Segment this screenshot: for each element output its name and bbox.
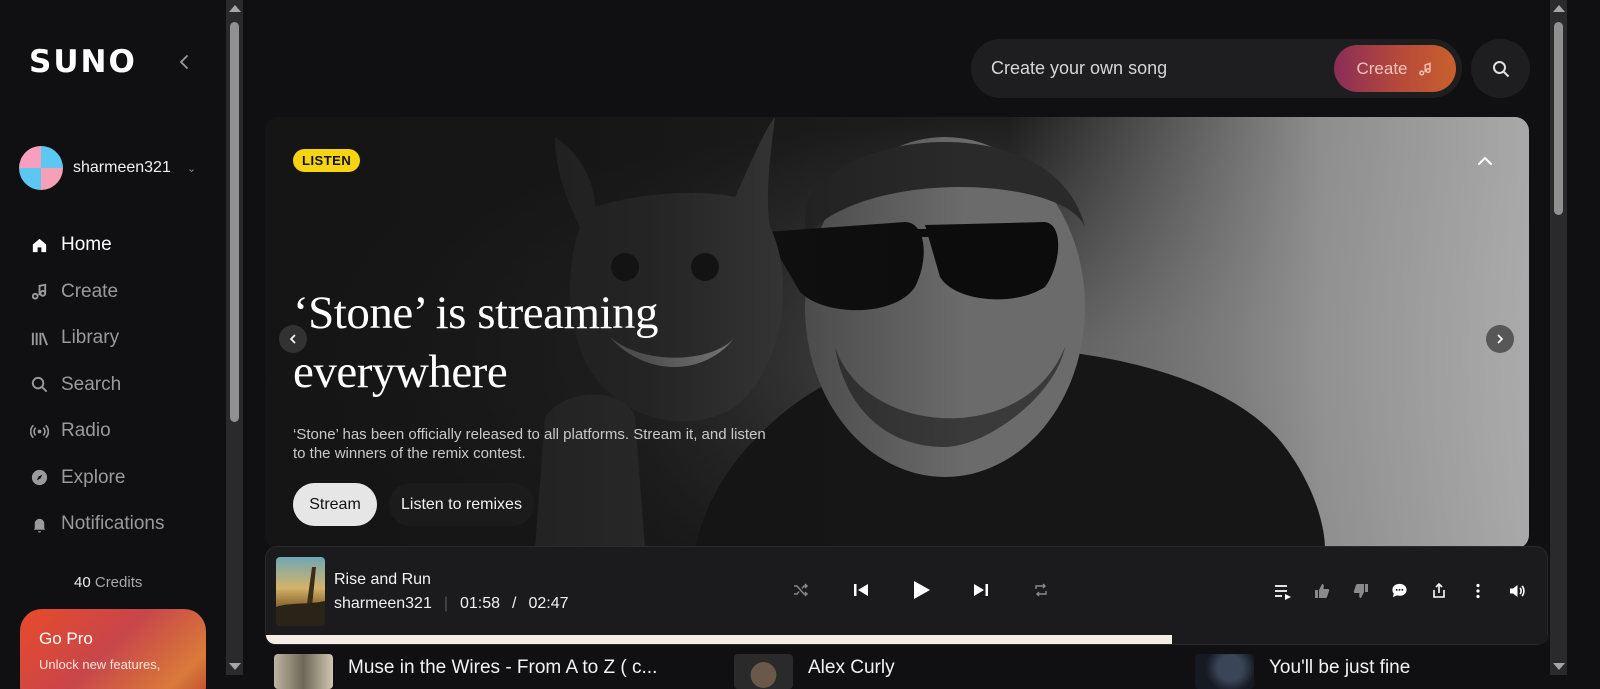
hero-prev-button[interactable] (279, 325, 307, 353)
go-pro-card[interactable]: Go Pro Unlock new features, (20, 609, 206, 689)
hero-title: ‘Stone’ is streaming everywhere (293, 287, 659, 398)
music-note-icon (1418, 61, 1431, 75)
listen-badge: LISTEN (293, 149, 361, 172)
track-title[interactable]: Rise and Run (334, 571, 431, 589)
search-icon (1492, 60, 1509, 77)
scroll-up-arrow[interactable] (1553, 5, 1565, 12)
chevron-down-icon: ⌄ (186, 162, 197, 175)
search-icon (31, 377, 48, 393)
sidebar-item-label: Create (61, 280, 119, 302)
list-item[interactable]: Alex Curly (734, 654, 895, 689)
library-icon (31, 332, 48, 346)
chevron-left-icon (289, 334, 296, 344)
scroll-up-arrow[interactable] (229, 5, 241, 12)
hero-banner: LISTEN ‘Stone’ is streaming everywhere ‘… (265, 117, 1529, 549)
list-item-thumbnail (1195, 654, 1254, 689)
suno-logo[interactable]: SUNO (29, 44, 137, 80)
collapse-sidebar-icon[interactable] (176, 53, 194, 71)
sidebar-item-label: Radio (61, 420, 111, 442)
hero-next-button[interactable] (1486, 325, 1514, 353)
avatar (19, 146, 63, 190)
track-meta: sharmeen321 | 01:58 / 02:47 (334, 595, 569, 613)
music-note-icon (31, 283, 47, 300)
play-icon[interactable] (908, 577, 934, 603)
sidebar-item-search[interactable]: Search (30, 362, 165, 409)
progress-bar[interactable] (266, 635, 1549, 644)
music-player: Rise and Run sharmeen321 | 01:58 / 02:47 (265, 546, 1549, 645)
current-time: 01:58 (460, 595, 501, 612)
repeat-icon[interactable] (1028, 577, 1054, 603)
more-options-icon[interactable] (1467, 580, 1488, 601)
list-item-thumbnail (734, 654, 793, 689)
create-song-input[interactable]: Create your own song (991, 58, 1167, 79)
radio-icon (30, 424, 49, 439)
sidebar-item-label: Explore (61, 466, 126, 488)
list-item-title: Alex Curly (808, 657, 895, 678)
create-button[interactable]: Create (1334, 45, 1456, 92)
sidebar-item-home[interactable]: Home (30, 222, 165, 269)
sidebar-item-library[interactable]: Library (30, 315, 165, 362)
list-item-title: Muse in the Wires - From A to Z ( c... (348, 657, 658, 678)
sidebar-nav: Home Create Library Search Radio Explore… (30, 222, 165, 548)
list-item-thumbnail (274, 654, 333, 689)
credits-count: 40 (74, 574, 91, 591)
home-icon (32, 238, 47, 252)
player-actions (1272, 580, 1527, 601)
chevron-up-icon[interactable] (1475, 151, 1495, 171)
username: sharmeen321 (73, 159, 171, 176)
search-button[interactable] (1471, 39, 1530, 98)
track-artist[interactable]: sharmeen321 (334, 595, 432, 613)
volume-icon[interactable] (1506, 580, 1527, 601)
credits-label: Credits (94, 574, 143, 591)
sidebar-scrollbar[interactable] (226, 0, 243, 675)
credits: 40 Credits (74, 574, 142, 591)
list-item[interactable]: Muse in the Wires - From A to Z ( c... (274, 654, 657, 689)
scroll-down-arrow[interactable] (1553, 663, 1565, 670)
sidebar-item-label: Home (61, 234, 112, 256)
shuffle-icon[interactable] (788, 577, 814, 603)
progress-fill (266, 635, 1172, 644)
sidebar-item-radio[interactable]: Radio (30, 408, 165, 455)
share-icon[interactable] (1428, 580, 1449, 601)
playback-controls (788, 577, 1054, 603)
list-item[interactable]: You'll be just fine (1195, 654, 1410, 689)
sidebar-item-label: Search (61, 373, 122, 395)
create-song-bar: Create your own song Create (971, 39, 1462, 98)
thumbs-down-icon[interactable] (1350, 580, 1371, 601)
duration: 02:47 (528, 595, 569, 612)
go-pro-subtitle: Unlock new features, (39, 657, 161, 672)
sidebar-item-explore[interactable]: Explore (30, 455, 165, 502)
sidebar-item-notifications[interactable]: Notifications (30, 501, 165, 548)
scrollbar-thumb[interactable] (230, 22, 239, 422)
next-icon[interactable] (968, 577, 994, 603)
thumbs-up-icon[interactable] (1311, 580, 1332, 601)
create-button-label: Create (1356, 58, 1408, 78)
sidebar-item-create[interactable]: Create (30, 269, 165, 316)
list-item-title: You'll be just fine (1269, 657, 1411, 678)
user-menu[interactable]: sharmeen321 ⌄ (19, 146, 196, 190)
previous-icon[interactable] (848, 577, 874, 603)
scrollbar-thumb[interactable] (1554, 22, 1563, 215)
hero-description: ‘Stone’ has been officially released to … (293, 426, 766, 462)
stream-button[interactable]: Stream (293, 483, 377, 526)
listen-to-remixes-button[interactable]: Listen to remixes (389, 483, 534, 526)
comment-icon[interactable] (1389, 580, 1410, 601)
sidebar-item-label: Notifications (61, 513, 165, 535)
bell-icon (33, 518, 46, 533)
main-scrollbar[interactable] (1550, 0, 1567, 675)
go-pro-title: Go Pro (39, 629, 93, 648)
scroll-down-arrow[interactable] (229, 663, 241, 670)
time-separator: / (512, 595, 517, 612)
meta-divider: | (443, 595, 448, 612)
sidebar: SUNO sharmeen321 ⌄ Home Create Library S… (0, 0, 228, 689)
chevron-right-icon (1497, 334, 1504, 344)
sidebar-item-label: Library (61, 327, 120, 349)
track-cover[interactable] (276, 557, 325, 626)
queue-icon[interactable] (1272, 580, 1293, 601)
compass-icon (31, 470, 48, 486)
